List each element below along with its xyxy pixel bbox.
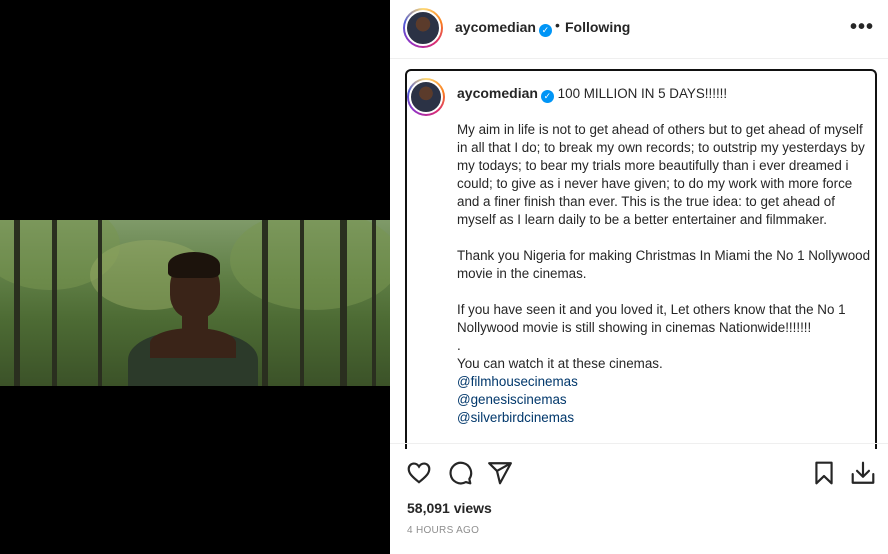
separator-dot: • [555, 17, 560, 33]
tree-trunk [300, 220, 304, 386]
tree-trunk [372, 220, 376, 386]
video-frame[interactable] [0, 220, 390, 386]
tree-trunk [98, 220, 102, 386]
foliage [230, 220, 390, 310]
post-timestamp[interactable]: 4 HOURS AGO [407, 525, 479, 536]
verified-badge-icon: ✓ [540, 90, 554, 103]
caption-headline-row: aycomedian ✓ 100 MILLION IN 5 DAYS!!!!!! [457, 84, 873, 103]
view-count[interactable]: 58,091 views [407, 500, 492, 516]
comment-icon[interactable] [447, 460, 473, 486]
tree-trunk [262, 220, 268, 386]
caption-username[interactable]: aycomedian ✓ [457, 85, 554, 103]
post-header: aycomedian ✓ • Following ••• [390, 0, 888, 59]
caption-paragraph: My aim in life is not to get ahead of ot… [457, 122, 865, 227]
tree-trunk [52, 220, 57, 386]
caption-content: aycomedian ✓ 100 MILLION IN 5 DAYS!!!!!! … [457, 84, 873, 427]
caption-paragraph: You can watch it at these cinemas. [457, 356, 663, 371]
caption-author-avatar[interactable] [407, 78, 445, 116]
caption-dot-line: . [457, 338, 461, 353]
action-bar [390, 443, 888, 499]
more-options-icon[interactable]: ••• [850, 16, 874, 39]
author-username[interactable]: aycomedian ✓ [455, 19, 552, 37]
share-icon[interactable] [487, 460, 513, 486]
bookmark-icon[interactable] [811, 460, 837, 486]
person-hair [168, 252, 220, 278]
heart-icon[interactable] [406, 460, 432, 486]
post-panel: aycomedian ✓ • Following ••• aycomedian ✓ … [390, 0, 888, 554]
caption-paragraph: Thank you Nigeria for making Christmas I… [457, 248, 871, 281]
mention-link[interactable]: @filmhousecinemas [457, 373, 873, 391]
following-button[interactable]: Following [565, 19, 630, 35]
tree-trunk [14, 220, 20, 386]
mention-link[interactable]: @silverbirdcinemas [457, 409, 873, 427]
verified-badge-icon: ✓ [538, 24, 552, 37]
author-avatar[interactable] [403, 8, 443, 48]
mention-link[interactable]: @genesiscinemas [457, 391, 873, 409]
caption-paragraph: If you have seen it and you loved it, Le… [457, 302, 846, 335]
post-media[interactable] [0, 0, 390, 554]
caption-headline: 100 MILLION IN 5 DAYS!!!!!! [557, 86, 728, 101]
tree-trunk [340, 220, 347, 386]
caption-username-text[interactable]: aycomedian [457, 85, 538, 101]
caption-box: aycomedian ✓ 100 MILLION IN 5 DAYS!!!!!! … [405, 69, 877, 449]
download-icon[interactable] [850, 460, 876, 486]
author-username-text[interactable]: aycomedian [455, 19, 536, 35]
